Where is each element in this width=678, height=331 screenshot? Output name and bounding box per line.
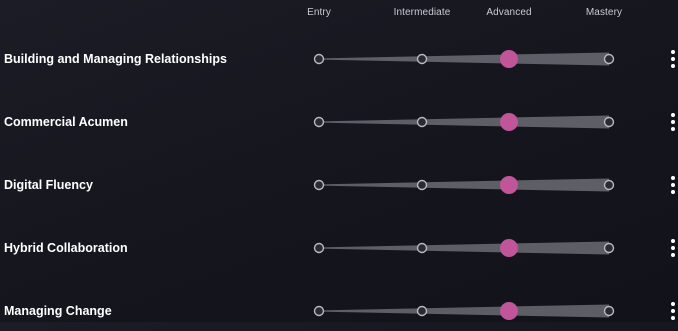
level-label-intermediate: Intermediate [393, 7, 451, 18]
level-node-entry[interactable] [313, 242, 325, 254]
level-slider[interactable] [300, 228, 630, 268]
more-vertical-icon[interactable] [668, 175, 678, 195]
level-track [319, 115, 609, 129]
skill-name: Commercial Acumen [4, 115, 128, 129]
level-label-advanced: Advanced [486, 7, 532, 18]
level-node-entry[interactable] [313, 116, 325, 128]
level-slider[interactable] [300, 291, 630, 331]
level-node-mastery[interactable] [603, 116, 615, 128]
level-node-intermediate[interactable] [416, 242, 428, 254]
more-vertical-icon[interactable] [668, 49, 678, 69]
level-node-intermediate[interactable] [416, 305, 428, 317]
level-node-intermediate[interactable] [416, 179, 428, 191]
level-node-mastery[interactable] [603, 179, 615, 191]
skill-name: Managing Change [4, 304, 112, 318]
level-node-entry[interactable] [313, 179, 325, 191]
level-node-mastery[interactable] [603, 305, 615, 317]
skill-row: Managing Change [0, 291, 678, 331]
level-header: Entry Intermediate Advanced Mastery [0, 0, 678, 24]
selected-level-marker[interactable] [500, 239, 518, 257]
more-vertical-icon[interactable] [668, 238, 678, 258]
level-label-entry: Entry [307, 7, 331, 18]
level-track [319, 304, 609, 318]
level-node-mastery[interactable] [603, 53, 615, 65]
skill-row: Commercial Acumen [0, 102, 678, 142]
level-node-intermediate[interactable] [416, 53, 428, 65]
level-node-entry[interactable] [313, 53, 325, 65]
level-node-intermediate[interactable] [416, 116, 428, 128]
skill-row: Building and Managing Relationships [0, 39, 678, 79]
skill-row: Hybrid Collaboration [0, 228, 678, 268]
level-node-entry[interactable] [313, 305, 325, 317]
level-label-mastery: Mastery [585, 7, 623, 18]
skill-name: Hybrid Collaboration [4, 241, 128, 255]
level-slider[interactable] [300, 39, 630, 79]
more-vertical-icon[interactable] [668, 301, 678, 321]
level-node-mastery[interactable] [603, 242, 615, 254]
selected-level-marker[interactable] [500, 176, 518, 194]
level-slider[interactable] [300, 102, 630, 142]
level-track [319, 178, 609, 192]
selected-level-marker[interactable] [500, 113, 518, 131]
skill-name: Digital Fluency [4, 178, 93, 192]
level-track [319, 52, 609, 66]
level-slider[interactable] [300, 165, 630, 205]
skill-name: Building and Managing Relationships [4, 52, 227, 66]
more-vertical-icon[interactable] [668, 112, 678, 132]
selected-level-marker[interactable] [500, 50, 518, 68]
selected-level-marker[interactable] [500, 302, 518, 320]
level-track [319, 241, 609, 255]
skill-row: Digital Fluency [0, 165, 678, 205]
